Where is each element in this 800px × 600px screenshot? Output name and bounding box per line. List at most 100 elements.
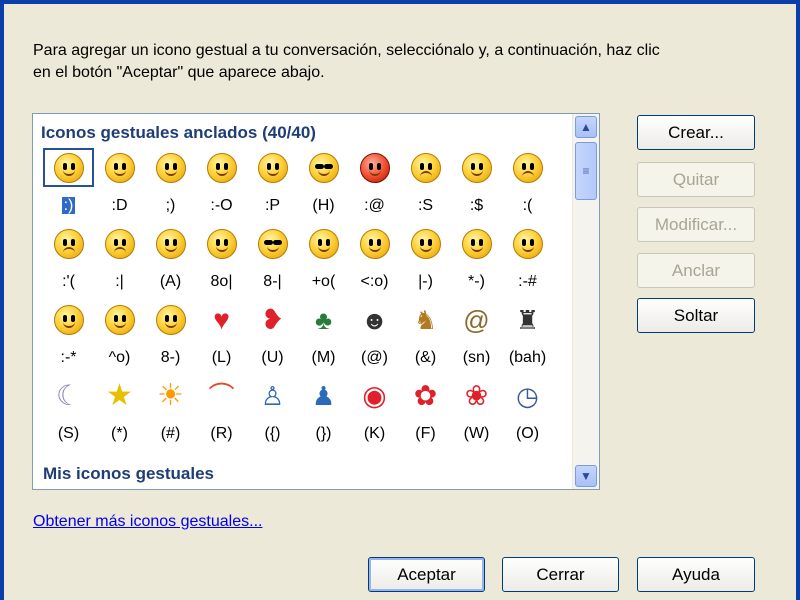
emoticon-shortcut-label: (S) (43, 425, 94, 443)
emoticon-icon-row: ☾ ★ ☀ ⌒ ♙ ♟ ◉ ✿ ❀ ◷ (43, 376, 571, 415)
shortcut-text: 8-| (263, 272, 282, 290)
sad-icon (512, 152, 543, 183)
shortcut-text: ({) (264, 424, 281, 442)
emoticon-heart[interactable]: ♥ (196, 300, 247, 339)
face-mouth (521, 170, 534, 178)
scroll-down-button[interactable]: ▼ (575, 465, 597, 487)
emoticon-embarrassed[interactable] (451, 148, 502, 187)
shortcut-text: :-O (210, 196, 233, 214)
emoticon-secret[interactable] (502, 224, 553, 263)
dont-tell-icon (53, 304, 84, 335)
emoticon-thinking[interactable] (94, 300, 145, 339)
emoticon-wilted-rose[interactable]: ❀ (451, 376, 502, 415)
emoticon-dont-tell[interactable] (43, 300, 94, 339)
emoticon-sarcastic[interactable] (451, 224, 502, 263)
emoticon-icon-row: ♥ ❥ ♣ ☻ ♞ @ ♜ (43, 300, 571, 339)
emoticon-shortcut-label: :-# (502, 273, 553, 291)
face-mouth (368, 245, 381, 252)
emoticon-list-panel[interactable]: Iconos gestuales anclados (40/40) :):D;)… (32, 113, 600, 490)
vertical-scrollbar[interactable]: ▲ ≡ ▼ (572, 114, 599, 489)
emoticon-shortcut-label: :$ (451, 197, 502, 215)
emoticon-shortcut-label: (bah) (502, 349, 553, 367)
grin-icon (104, 152, 135, 183)
emoticon-eye-roll[interactable] (400, 224, 451, 263)
window-top-border (0, 0, 800, 4)
emoticon-shortcut-label: :-* (43, 349, 94, 367)
emoticon-shortcut-label: (}) (298, 425, 349, 443)
crying-icon (53, 228, 84, 259)
emoticon-rose[interactable]: ✿ (400, 376, 451, 415)
shortcut-text: :( (522, 196, 533, 214)
emoticon-angel[interactable] (145, 224, 196, 263)
face-mouth (215, 169, 228, 176)
unpin-button[interactable]: Soltar (637, 298, 755, 333)
face-mouth (113, 246, 126, 254)
shortcut-text: (O) (515, 424, 540, 442)
emoticon-messenger[interactable]: ♣ (298, 300, 349, 339)
cool-icon (308, 152, 339, 183)
wilted-rose-icon: ❀ (464, 379, 489, 411)
face-mouth (113, 169, 126, 176)
emoticon-rainbow[interactable]: ⌒ (196, 376, 247, 415)
emoticon-right-hug[interactable]: ♟ (298, 376, 349, 415)
shortcut-text: :-# (518, 272, 537, 290)
emoticon-shortcut-label: ({) (247, 425, 298, 443)
emoticon-baring-teeth[interactable] (196, 224, 247, 263)
shortcut-text: :$ (469, 196, 484, 214)
pin-button[interactable]: Anclar (637, 253, 755, 288)
shortcut-text: (F) (415, 424, 436, 442)
emoticon-shortcut-label: 8-| (247, 273, 298, 291)
emoticon-broken-heart[interactable]: ❥ (247, 300, 298, 339)
shortcut-text: (U) (261, 348, 284, 366)
shortcut-text: (L) (211, 348, 232, 366)
emoticon-confused[interactable] (400, 148, 451, 187)
emoticon-angry[interactable] (349, 148, 400, 187)
help-button[interactable]: Ayuda (637, 557, 755, 592)
emoticon-wink[interactable] (145, 148, 196, 187)
emoticon-clock[interactable]: ◷ (502, 376, 553, 415)
emoticon-moon[interactable]: ☾ (43, 376, 94, 415)
clock-icon: ◷ (516, 380, 539, 411)
emoticon-dog[interactable]: ♞ (400, 300, 451, 339)
emoticon-lips[interactable]: ◉ (349, 376, 400, 415)
shortcut-text: (@) (361, 348, 388, 366)
emoticon-smile[interactable] (43, 148, 94, 187)
shortcut-text: (H) (312, 196, 335, 214)
shortcut-text: (R) (210, 424, 233, 442)
emoticon-sad[interactable] (502, 148, 553, 187)
shortcut-text: :P (264, 196, 281, 214)
emoticon-tongue[interactable] (247, 148, 298, 187)
emoticon-snail[interactable]: @ (451, 300, 502, 339)
emoticon-grin[interactable] (94, 148, 145, 187)
scroll-up-button[interactable]: ▲ (575, 116, 597, 138)
shortcut-text: 8-) (160, 348, 181, 366)
emoticon-disappointed[interactable] (94, 224, 145, 263)
emoticon-shortcut-label: :) (43, 196, 94, 215)
face-mouth (368, 169, 381, 176)
emoticon-eye-roll-2[interactable] (145, 300, 196, 339)
emoticon-star[interactable]: ★ (94, 376, 145, 415)
right-hug-icon: ♟ (311, 380, 336, 411)
emoticon-crying[interactable] (43, 224, 94, 263)
emoticon-sun[interactable]: ☀ (145, 376, 196, 415)
emoticon-cool[interactable] (298, 148, 349, 187)
modify-button[interactable]: Modificar... (637, 207, 755, 242)
broken-heart-icon: ❥ (260, 303, 285, 335)
emoticon-nerd[interactable] (247, 224, 298, 263)
close-button[interactable]: Cerrar (502, 557, 619, 592)
ok-button[interactable]: Aceptar (368, 557, 485, 592)
emoticon-sick[interactable] (298, 224, 349, 263)
scroll-thumb[interactable]: ≡ (575, 142, 597, 200)
shortcut-text: (*) (111, 424, 128, 442)
remove-button[interactable]: Quitar (637, 162, 755, 197)
face-mouth (164, 321, 177, 328)
more-emoticons-link[interactable]: Obtener más iconos gestuales... (33, 513, 262, 531)
emoticon-left-hug[interactable]: ♙ (247, 376, 298, 415)
emoticon-cat[interactable]: ☻ (349, 300, 400, 339)
shortcut-text: (M) (311, 348, 336, 366)
emoticon-surprised[interactable] (196, 148, 247, 187)
emoticon-sheep[interactable]: ♜ (502, 300, 553, 339)
create-button[interactable]: Crear... (637, 115, 755, 150)
emoticon-party[interactable] (349, 224, 400, 263)
emoticon-shortcut-label: (#) (145, 425, 196, 443)
